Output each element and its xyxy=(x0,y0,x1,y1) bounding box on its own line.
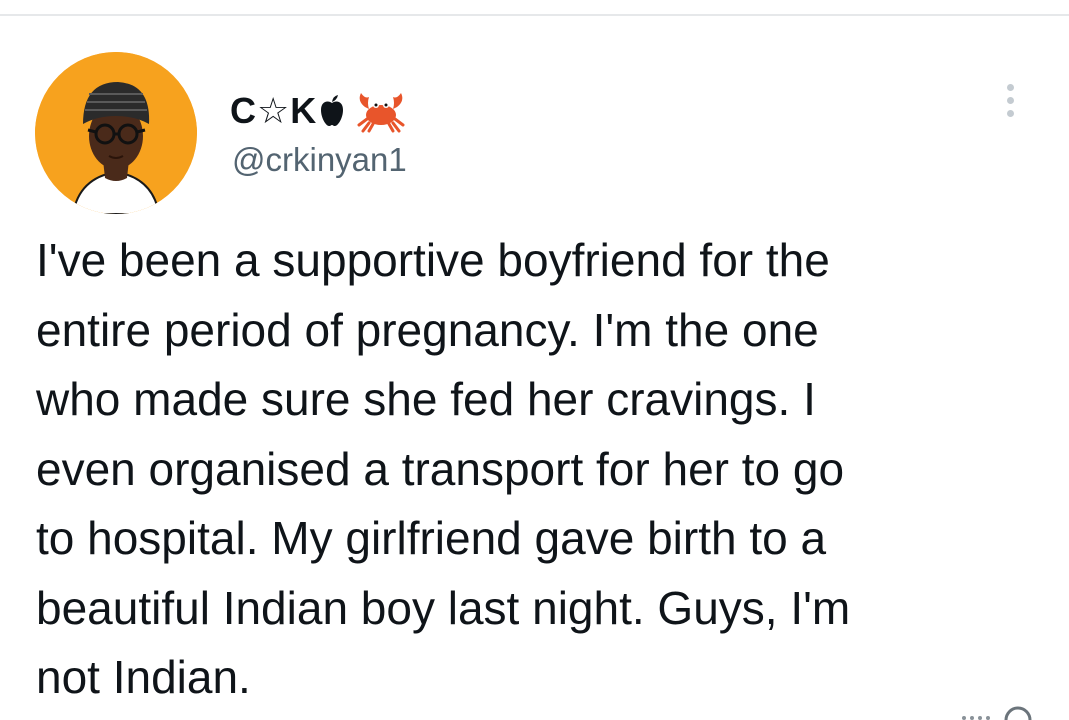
partial-icon xyxy=(956,700,1036,720)
display-name-text: C☆K xyxy=(230,90,318,131)
more-options-icon-dot xyxy=(1006,96,1014,104)
tweet-card: C☆K @crkinyan1 I've been a supportive bo… xyxy=(0,0,1069,720)
more-options-button[interactable] xyxy=(994,78,1026,122)
apple-icon xyxy=(319,94,345,128)
avatar[interactable] xyxy=(35,52,197,214)
tweet-text: I've been a supportive boyfriend for the… xyxy=(36,234,851,703)
user-handle[interactable]: @crkinyan1 xyxy=(232,138,407,182)
crab-icon xyxy=(355,89,407,133)
more-options-icon-dot xyxy=(1006,109,1014,117)
top-divider xyxy=(0,14,1069,16)
display-name[interactable]: C☆K xyxy=(230,86,407,136)
more-options-icon xyxy=(1006,83,1014,91)
avatar-portrait xyxy=(35,52,197,214)
